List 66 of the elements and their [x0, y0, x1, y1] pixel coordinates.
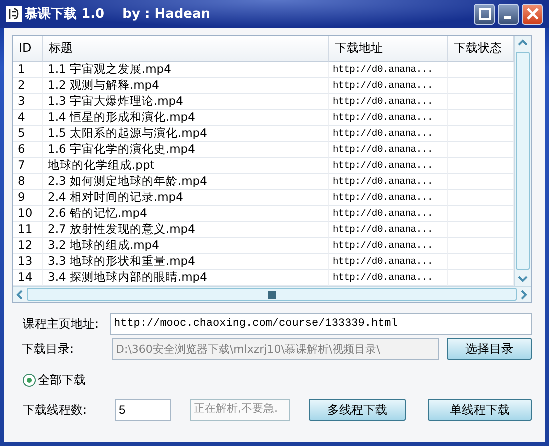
column-header[interactable]: 标题 [43, 36, 329, 62]
table-cell: 3.2 地球的组成.mp4 [43, 238, 329, 254]
field-label: 课程主页地址: [23, 316, 100, 332]
table-cell: http://d0.anana... [329, 222, 448, 238]
table-cell: http://d0.anana... [329, 174, 448, 190]
table-cell: 12 [13, 238, 43, 254]
table-cell: http://d0.anana... [329, 78, 448, 94]
table-cell: 1.5 太阳系的起源与演化.mp4 [43, 126, 329, 142]
table-cell: 9 [13, 190, 43, 206]
table-cell: http://d0.anana... [329, 142, 448, 158]
table-cell: 2.6 铅的记忆.mp4 [43, 206, 329, 222]
table-cell: 1.6 宇宙化学的演化史.mp4 [43, 142, 329, 158]
table-cell: http://d0.anana... [329, 254, 448, 270]
table-cell: 10 [13, 206, 43, 222]
table-cell: http://d0.anana... [329, 126, 448, 142]
table-cell: http://d0.anana... [329, 62, 448, 78]
table-cell: 2.4 相对时间的记录.mp4 [43, 190, 329, 206]
table-cell: 2 [13, 78, 43, 94]
close-icon [526, 8, 538, 20]
table-cell: 1.3 宇宙大爆炸理论.mp4 [43, 94, 329, 110]
minimize-button[interactable] [498, 4, 519, 24]
status-text: 正在解析,不要急. [190, 399, 290, 421]
radio-button[interactable] [23, 374, 36, 387]
table-cell: 1.4 恒星的形成和演化.mp4 [43, 110, 329, 126]
table-cell: 1.1 宇宙观之发展.mp4 [43, 62, 329, 78]
table-cell: http://d0.anana... [329, 206, 448, 222]
thread-count-field[interactable]: 5 [115, 399, 171, 421]
window-title: 慕课下载 1.0 by : Hadean [25, 6, 210, 23]
column-header[interactable]: 下载状态 [448, 36, 514, 62]
table-cell: 4 [13, 110, 43, 126]
column-header[interactable]: 下载地址 [329, 36, 448, 62]
table-cell: 13 [13, 254, 43, 270]
scrollbar-thumb[interactable] [27, 288, 517, 301]
download-button[interactable]: 单线程下载 [428, 399, 532, 421]
close-button[interactable] [522, 4, 543, 24]
table-cell: http://d0.anana... [329, 158, 448, 174]
download-button[interactable]: 多线程下载 [309, 399, 406, 421]
table-cell: 2.3 如何测定地球的年龄.mp4 [43, 174, 329, 190]
table-cell: 1 [13, 62, 43, 78]
radio-label[interactable]: 全部下载 [38, 372, 86, 389]
url-field[interactable]: http://mooc.chaoxing.com/course/133339.html [110, 313, 532, 335]
table-cell: http://d0.anana... [329, 110, 448, 126]
table-cell: 7 [13, 158, 43, 174]
grip-icon [268, 290, 276, 298]
table-cell: 3.3 地球的形状和重量.mp4 [43, 254, 329, 270]
maximize-button[interactable] [474, 4, 495, 24]
vertical-scrollbar[interactable] [514, 36, 531, 286]
table-cell: 6 [13, 142, 43, 158]
field-label: 下载目录: [22, 340, 76, 358]
table-cell: 5 [13, 126, 43, 142]
scrollbar-thumb[interactable] [516, 52, 530, 270]
table-cell: http://d0.anana... [329, 238, 448, 254]
field-label: 下载线程数: [23, 402, 88, 418]
table-cell: 8 [13, 174, 43, 190]
maximize-icon [478, 8, 490, 20]
table-cell: http://d0.anana... [329, 94, 448, 110]
horizontal-scrollbar[interactable] [13, 286, 531, 302]
table-cell: 3 [13, 94, 43, 110]
table-cell: http://d0.anana... [329, 190, 448, 206]
app-icon [6, 6, 22, 22]
minimize-icon [504, 16, 510, 19]
table-cell: 1.2 观测与解释.mp4 [43, 78, 329, 94]
table-cell: 2.7 放射性发现的意义.mp4 [43, 222, 329, 238]
table-cell: 11 [13, 222, 43, 238]
column-header[interactable]: ID [13, 36, 43, 62]
table-cell: 地球的化学组成.ppt [43, 158, 329, 174]
